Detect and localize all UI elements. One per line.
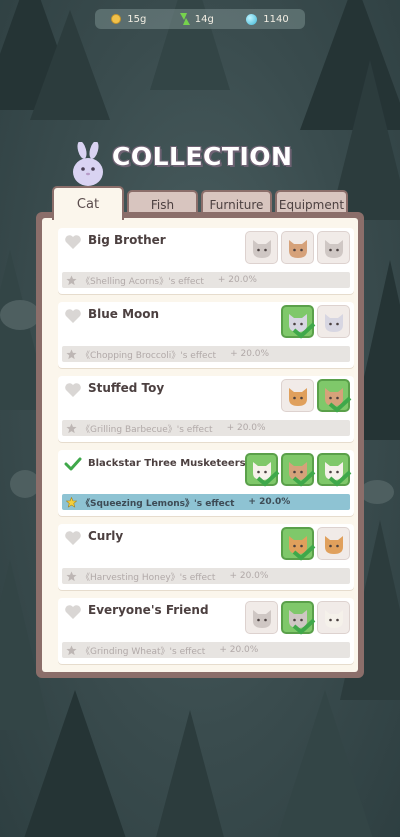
- effect-bar: 《Chopping Broccoli》's effect + 20.0%: [62, 346, 350, 362]
- coin-counter: 15g: [111, 14, 146, 25]
- gem-icon: [246, 13, 258, 25]
- check-icon: [328, 396, 351, 413]
- collection-name: Big Brother: [88, 233, 166, 247]
- heart-icon[interactable]: [64, 308, 82, 324]
- cat-portrait[interactable]: [281, 601, 315, 635]
- collection-panel: Big Brother 《Shelling Acorns》's effect +…: [36, 212, 364, 678]
- cat-portrait[interactable]: [317, 527, 350, 560]
- collection-row-everyones-friend[interactable]: Everyone's Friend 《Grinding Wheat》's eff…: [58, 598, 354, 664]
- star-icon: [66, 422, 77, 433]
- cat-slots: [245, 231, 350, 264]
- tab-cat[interactable]: Cat: [52, 186, 124, 220]
- cat-portrait[interactable]: [317, 453, 351, 487]
- heart-icon[interactable]: [64, 604, 82, 620]
- check-icon: [292, 322, 315, 339]
- cat-portrait[interactable]: [245, 601, 278, 634]
- heart-check-icon[interactable]: [64, 456, 82, 472]
- collection-header: COLLECTION: [68, 136, 328, 186]
- collection-row-big-brother[interactable]: Big Brother 《Shelling Acorns》's effect +…: [58, 228, 354, 294]
- cat-slots: [281, 305, 350, 339]
- collection-list[interactable]: Big Brother 《Shelling Acorns》's effect +…: [42, 218, 358, 672]
- cat-portrait[interactable]: [317, 305, 350, 338]
- effect-bar-active: 《Squeezing Lemons》's effect + 20.0%: [62, 494, 350, 510]
- effect-bonus: + 20.0%: [226, 423, 266, 433]
- check-icon: [292, 544, 315, 561]
- collection-row-stuffed-toy[interactable]: Stuffed Toy 《Grilling Barbecue》's effect…: [58, 376, 354, 442]
- effect-bar: 《Grilling Barbecue》's effect + 20.0%: [62, 420, 350, 436]
- cat-slots: [245, 453, 351, 487]
- check-icon: [292, 618, 315, 635]
- collection-name: Blue Moon: [88, 307, 160, 321]
- cat-portrait[interactable]: [281, 453, 315, 487]
- cat-portrait[interactable]: [245, 231, 278, 264]
- collection-row-blackstar-three-musketeers[interactable]: Blackstar Three Musketeers 《Squeezing Le…: [58, 450, 354, 516]
- cat-slots: [245, 601, 350, 635]
- cat-portrait[interactable]: [281, 231, 314, 264]
- resource-bar: 15g 14g 1140: [95, 9, 305, 29]
- effect-text: 《Shelling Acorns》's effect: [81, 276, 204, 287]
- collection-name: Blackstar Three Musketeers: [88, 458, 246, 469]
- effect-bonus: + 20.0%: [248, 497, 291, 507]
- effect-text: 《Squeezing Lemons》's effect: [81, 498, 235, 509]
- star-icon: [66, 348, 77, 359]
- cat-portrait[interactable]: [317, 231, 350, 264]
- coin-icon: [111, 14, 122, 24]
- check-icon: [292, 470, 315, 487]
- gem-value: 1140: [263, 13, 289, 25]
- star-icon: [66, 274, 77, 285]
- star-icon: [66, 644, 77, 655]
- cat-slots: [281, 527, 350, 561]
- cat-portrait[interactable]: [317, 379, 351, 413]
- check-icon: [328, 470, 351, 487]
- cat-portrait[interactable]: [281, 305, 315, 339]
- effect-bar: 《Grinding Wheat》's effect + 20.0%: [62, 642, 350, 658]
- effect-text: 《Chopping Broccoli》's effect: [81, 350, 217, 361]
- collection-row-curly[interactable]: Curly 《Harvesting Honey》's effect + 20.0…: [58, 524, 354, 590]
- energy-value: 14g: [194, 13, 214, 25]
- coin-value: 15g: [127, 13, 147, 25]
- collection-row-blue-moon[interactable]: Blue Moon 《Chopping Broccoli》's effect +…: [58, 302, 354, 368]
- collection-name: Stuffed Toy: [88, 381, 165, 395]
- check-icon: [256, 470, 279, 487]
- cat-slots: [281, 379, 351, 413]
- effect-bonus: + 20.0%: [230, 349, 270, 359]
- effect-bonus: + 20.0%: [229, 571, 269, 581]
- cat-portrait[interactable]: [281, 527, 315, 561]
- effect-bar: 《Shelling Acorns》's effect + 20.0%: [62, 272, 350, 288]
- bunny-mascot-icon: [73, 142, 103, 186]
- heart-icon[interactable]: [64, 382, 82, 398]
- effect-text: 《Harvesting Honey》's effect: [81, 572, 216, 583]
- page-title: COLLECTION: [112, 142, 293, 171]
- star-icon: [66, 496, 77, 508]
- heart-icon[interactable]: [64, 234, 82, 250]
- effect-text: 《Grilling Barbecue》's effect: [81, 424, 213, 435]
- collection-name: Curly: [88, 529, 124, 543]
- effect-bonus: + 20.0%: [219, 645, 259, 655]
- lightning-icon: [179, 13, 190, 25]
- heart-icon[interactable]: [64, 530, 82, 546]
- effect-bar: 《Harvesting Honey》's effect + 20.0%: [62, 568, 350, 584]
- cat-portrait[interactable]: [245, 453, 279, 487]
- effect-text: 《Grinding Wheat》's effect: [81, 646, 206, 657]
- cat-portrait[interactable]: [281, 379, 314, 412]
- collection-name: Everyone's Friend: [88, 603, 209, 617]
- cat-portrait[interactable]: [317, 601, 350, 634]
- energy-counter: 14g: [179, 13, 214, 25]
- effect-bonus: + 20.0%: [217, 275, 257, 285]
- star-icon: [66, 570, 77, 581]
- gem-counter: 1140: [246, 13, 289, 25]
